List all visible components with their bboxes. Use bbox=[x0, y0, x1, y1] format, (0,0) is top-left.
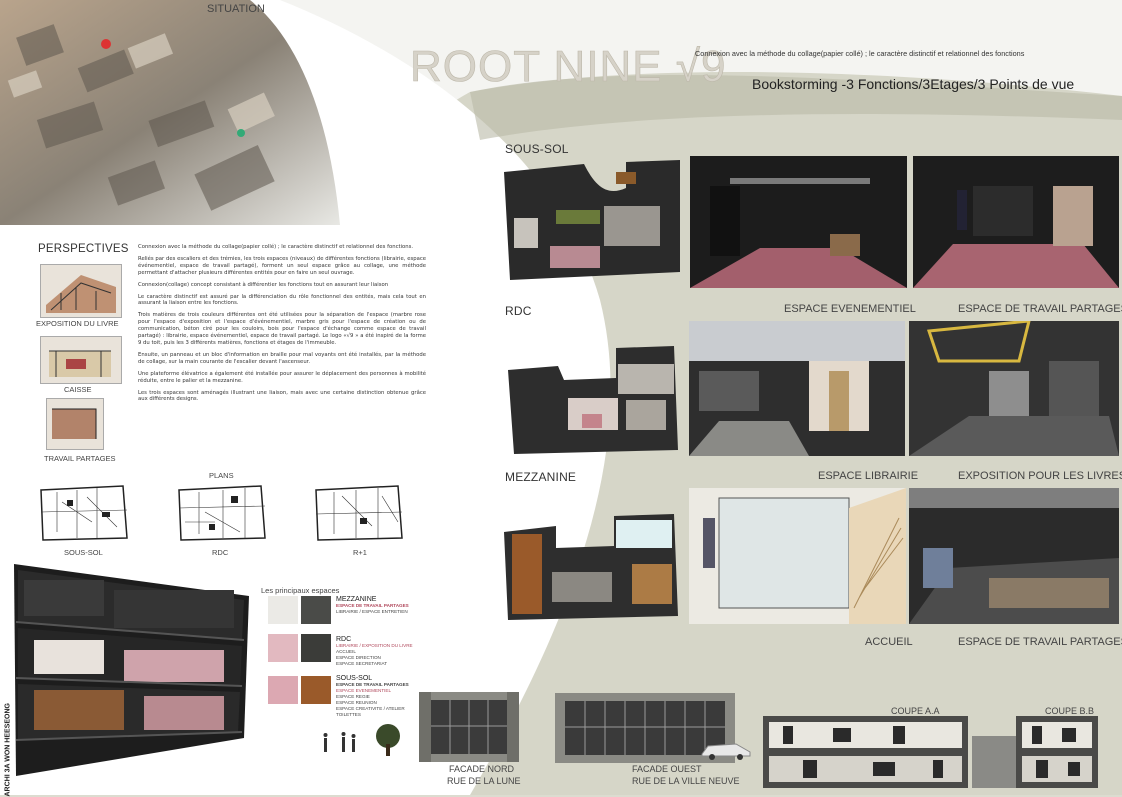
material-swatch-pink bbox=[268, 676, 298, 704]
section-model bbox=[4, 560, 254, 778]
plan-label-sous-sol: SOUS-SOL bbox=[64, 548, 103, 557]
description-paragraph: Trois matières de trois couleurs différe… bbox=[138, 312, 426, 346]
facade-ouest-label: FACADE OUEST bbox=[632, 764, 702, 774]
material-group: RDC LIBRAIRIE / EXPOSITION DU LIVRE ACCU… bbox=[336, 636, 436, 667]
situation-aerial bbox=[0, 0, 340, 225]
caption-mez-right: EXPOSITION POUR LES LIVRES bbox=[958, 470, 1122, 482]
coupe-a-label: COUPE A.A bbox=[891, 706, 940, 716]
perspective-label-3: TRAVAIL PARTAGES bbox=[44, 454, 116, 463]
plan-sous-sol bbox=[37, 482, 129, 544]
material-swatch-grey-marble bbox=[301, 596, 331, 624]
car-illustration bbox=[700, 740, 752, 760]
floor-plan-sous-sol bbox=[496, 158, 686, 286]
plan-rdc bbox=[175, 482, 267, 544]
coupe-b-drawing bbox=[972, 716, 1098, 788]
floor-plan-mezzanine bbox=[496, 512, 686, 622]
perspective-label-1: EXPOSITION DU LIVRE bbox=[36, 319, 119, 328]
perspective-label-2: CAISSE bbox=[64, 385, 92, 394]
materials-heading: Les principaux espaces bbox=[261, 586, 340, 595]
render-mezzanine-right bbox=[909, 488, 1119, 624]
render-mezzanine-left bbox=[689, 488, 906, 624]
plan-label-r1: R+1 bbox=[353, 548, 367, 557]
description-paragraph: Connexion avec la méthode du collage(pap… bbox=[138, 244, 414, 250]
material-group: MEZZANINE ESPACE DE TRAVAIL PARTAGES LIB… bbox=[336, 596, 436, 615]
render-rdc-right bbox=[909, 321, 1119, 456]
plan-r1 bbox=[312, 482, 404, 544]
material-swatch-white-marble bbox=[268, 596, 298, 624]
perspective-sketch-2 bbox=[40, 336, 122, 384]
description-paragraph: Une plateforme élévatrice a également ét… bbox=[138, 370, 426, 384]
caption-travail-partages: ESPACE DE TRAVAIL PARTAGES bbox=[958, 636, 1122, 648]
caption-rdc-right: ESPACE DE TRAVAIL PARTAGES bbox=[958, 303, 1122, 315]
plans-heading: PLANS bbox=[209, 471, 234, 480]
render-sous-sol-left bbox=[690, 156, 907, 288]
material-swatch-dark-grey bbox=[301, 634, 331, 662]
facade-nord-street: RUE DE LA LUNE bbox=[447, 776, 521, 786]
description-text: Connexion avec la méthode du collage(pap… bbox=[138, 244, 426, 408]
render-sous-sol-right bbox=[913, 156, 1119, 288]
description-paragraph: Reliés par des escaliers et des trémies,… bbox=[138, 255, 426, 276]
floor-label-sous-sol: SOUS-SOL bbox=[505, 142, 569, 156]
material-group-title: RDC bbox=[336, 636, 352, 643]
material-swatch-pink-marble bbox=[268, 634, 298, 662]
floor-label-rdc: RDC bbox=[505, 304, 532, 318]
page-title: ROOT NINE √9 bbox=[410, 42, 727, 92]
description-paragraph: Les trois espaces sont aménagés illustra… bbox=[138, 389, 426, 403]
floor-plan-rdc bbox=[498, 340, 683, 460]
coupe-b-label: COUPE B.B bbox=[1045, 706, 1095, 716]
caption-mez-left: ESPACE LIBRAIRIE bbox=[818, 470, 919, 482]
author-credit: ARCHI 3A WON HEESEONG bbox=[4, 703, 12, 797]
material-group-title: SOUS-SOL bbox=[336, 675, 373, 682]
caption-rdc-left: ESPACE EVENEMENTIEL bbox=[784, 303, 916, 315]
figures-illustration bbox=[318, 722, 408, 758]
caption-accueil: ACCUEIL bbox=[865, 636, 913, 648]
description-paragraph: Le caractère distinctif est assuré par l… bbox=[138, 293, 426, 307]
description-paragraph: Ensuite, un panneau et un bloc d'informa… bbox=[138, 351, 426, 365]
facade-nord-drawing bbox=[419, 692, 519, 762]
material-line: LIBRAIRIE / ESPACE ENTRETIEN bbox=[336, 609, 408, 614]
perspective-sketch-3 bbox=[46, 398, 104, 450]
material-swatch-wood bbox=[301, 676, 331, 704]
description-paragraph: Connexion(collage) concept consistant à … bbox=[138, 281, 389, 288]
floor-label-mezzanine: MEZZANINE bbox=[505, 470, 577, 484]
plan-label-rdc: RDC bbox=[212, 548, 229, 557]
material-line: ESPACE SECRETARIAT bbox=[336, 661, 388, 666]
page-tagline: Bookstorming -3 Fonctions/3Etages/3 Poin… bbox=[752, 76, 1075, 92]
perspective-sketch-1 bbox=[40, 264, 122, 318]
coupe-a-drawing bbox=[763, 716, 968, 788]
render-rdc-left bbox=[689, 321, 905, 456]
page-subtitle: Connexion avec la méthode du collage(pap… bbox=[695, 49, 1025, 58]
facade-nord-label: FACADE NORD bbox=[449, 764, 515, 774]
situation-label: SITUATION bbox=[207, 3, 265, 15]
facade-ouest-street: RUE DE LA VILLE NEUVE bbox=[632, 776, 740, 786]
perspectives-heading: PERSPECTIVES bbox=[38, 243, 129, 255]
material-group-title: MEZZANINE bbox=[336, 596, 377, 603]
